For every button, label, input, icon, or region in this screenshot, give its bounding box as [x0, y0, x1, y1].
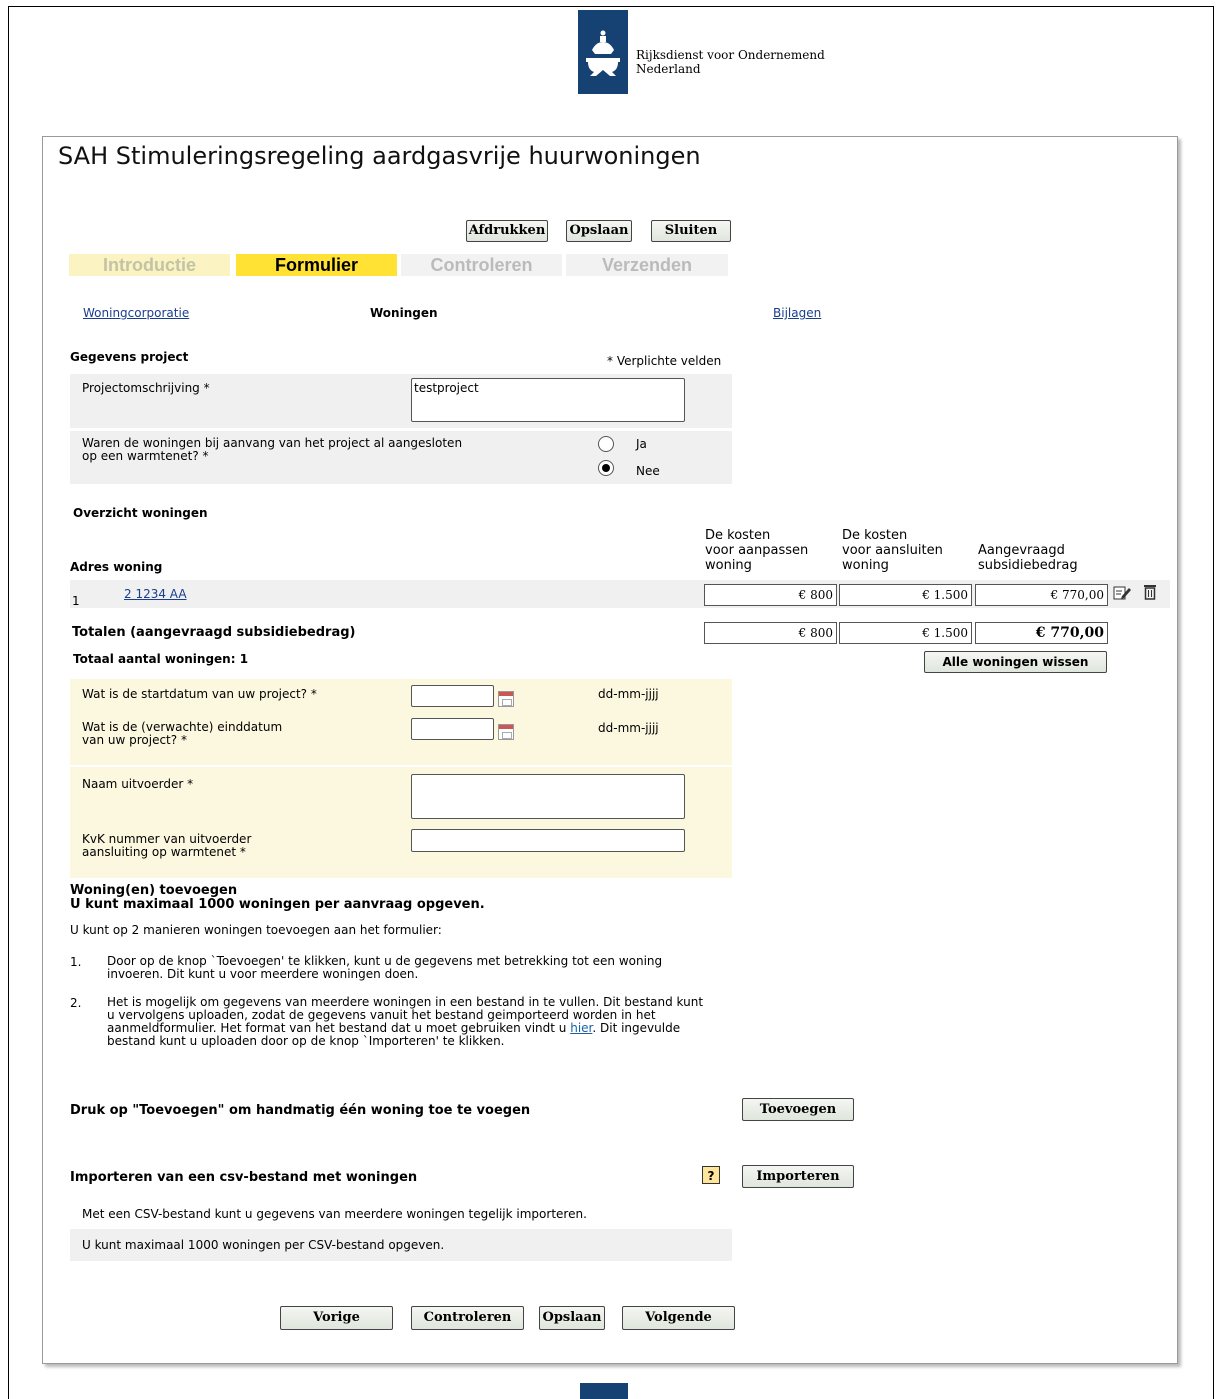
col-requested-line1: Aangevraagd — [978, 543, 1065, 558]
end-date-label: Wat is de (verwachte) einddatum van uw p… — [82, 721, 282, 747]
kvk-label: KvK nummer van uitvoerder aansluiting op… — [82, 833, 251, 859]
item2-text: Het is mogelijk om gegevens van meerdere… — [107, 996, 703, 1048]
col-address: Adres woning — [70, 560, 163, 574]
col-cost-adjust-line3: woning — [705, 558, 752, 573]
col-cost-connect-line2: voor aansluiten — [842, 543, 943, 558]
kvk-input[interactable] — [411, 829, 685, 852]
end-date-label-line2: van uw project? * — [82, 733, 187, 747]
subnav-woningcorporatie[interactable]: Woningcorporatie — [83, 306, 189, 320]
total-requested: € 770,00 — [975, 622, 1108, 644]
description-label: Projectomschrijving * — [82, 381, 210, 395]
add-button[interactable]: Toevoegen — [742, 1098, 854, 1121]
org-name-line1: Rijksdienst voor Ondernemend — [636, 48, 825, 62]
warmtenet-yes-radio[interactable] — [598, 436, 614, 452]
close-button[interactable]: Sluiten — [651, 220, 731, 242]
col-cost-adjust-line1: De kosten — [705, 528, 771, 543]
edit-icon[interactable] — [1113, 585, 1131, 604]
print-button[interactable]: Afdrukken — [466, 220, 548, 242]
org-name-line2: Nederland — [636, 62, 701, 76]
clear-all-button[interactable]: Alle woningen wissen — [924, 651, 1107, 673]
import-button[interactable]: Importeren — [742, 1165, 854, 1188]
row-requested: € 770,00 — [975, 584, 1108, 606]
import-label: Importeren van een csv-bestand met wonin… — [70, 1170, 418, 1185]
overview-heading: Overzicht woningen — [73, 506, 208, 520]
row-cost-connect: € 1.500 — [839, 584, 972, 606]
end-date-input[interactable] — [411, 718, 494, 740]
save-top-button[interactable]: Opslaan — [566, 220, 632, 242]
format-link[interactable]: hier — [570, 1021, 592, 1035]
warmtenet-question: Waren de woningen bij aanvang van het pr… — [82, 437, 462, 463]
contractor-name-input[interactable] — [411, 774, 685, 819]
warmtenet-question-line2: op een warmtenet? * — [82, 449, 209, 463]
delete-icon[interactable] — [1143, 584, 1157, 603]
col-requested: Aangevraagd subsidiebedrag — [978, 543, 1078, 573]
total-cost-connect: € 1.500 — [839, 622, 972, 644]
total-cost-adjust: € 800 — [704, 622, 837, 644]
logo-emblem — [578, 10, 628, 94]
end-date-format: dd-mm-jjjj — [598, 721, 659, 735]
save-button[interactable]: Opslaan — [539, 1306, 605, 1330]
item1-text: Door op de knop `Toevoegen' te klikken, … — [107, 955, 662, 981]
description-input[interactable]: testproject — [411, 378, 685, 422]
start-calendar-icon[interactable] — [498, 691, 514, 707]
row-address-link[interactable]: 2 1234 AA — [124, 587, 187, 601]
item1-number: 1. — [70, 955, 82, 969]
previous-button[interactable]: Vorige — [280, 1306, 393, 1330]
add-heading: Woning(en) toevoegen U kunt maximaal 100… — [70, 884, 485, 912]
item2-number: 2. — [70, 996, 82, 1010]
add-heading-line2: U kunt maximaal 1000 woningen per aanvra… — [70, 897, 485, 912]
col-requested-line2: subsidiebedrag — [978, 558, 1078, 573]
page-title: SAH Stimuleringsregeling aardgasvrije hu… — [58, 142, 701, 170]
org-name: Rijksdienst voor Ondernemend Nederland — [636, 48, 825, 76]
tab-introductie[interactable]: Introductie — [69, 254, 230, 276]
add-intro: U kunt op 2 manieren woningen toevoegen … — [70, 923, 442, 937]
contractor-name-label: Naam uitvoerder * — [82, 777, 194, 791]
import-note-1: Met een CSV-bestand kunt u gegevens van … — [82, 1207, 587, 1221]
totals-label: Totalen (aangevraagd subsidiebedrag) — [72, 625, 356, 640]
item2-line3-text: aanmeldformulier. Het format van het bes… — [107, 1021, 567, 1035]
start-date-format: dd-mm-jjjj — [598, 687, 659, 701]
warmtenet-no-radio[interactable] — [598, 460, 614, 476]
next-button[interactable]: Volgende — [622, 1306, 735, 1330]
tab-controleren[interactable]: Controleren — [401, 254, 562, 276]
subnav-bijlagen[interactable]: Bijlagen — [773, 306, 821, 320]
import-note-2: U kunt maximaal 1000 woningen per CSV-be… — [82, 1238, 445, 1252]
col-cost-connect: De kosten voor aansluiten woning — [842, 528, 943, 573]
start-date-input[interactable] — [411, 685, 494, 707]
tab-formulier[interactable]: Formulier — [236, 254, 397, 276]
col-cost-adjust-line2: voor aanpassen — [705, 543, 809, 558]
total-count: Totaal aantal woningen: 1 — [73, 652, 249, 666]
project-heading: Gegevens project — [70, 350, 189, 364]
required-note: * Verplichte velden — [607, 354, 722, 368]
item2-line4: bestand kunt u uploaden door op de knop … — [107, 1034, 505, 1048]
row-index: 1 — [72, 594, 80, 608]
add-heading-line1: Woning(en) toevoegen — [70, 883, 238, 898]
col-cost-connect-line3: woning — [842, 558, 889, 573]
start-date-label: Wat is de startdatum van uw project? * — [82, 687, 317, 701]
item1-line2: invoeren. Dit kunt u voor meerdere wonin… — [107, 967, 419, 981]
end-calendar-icon[interactable] — [498, 724, 514, 740]
manual-add-label: Druk op "Toevoegen" om handmatig één won… — [70, 1103, 531, 1118]
tab-verzenden[interactable]: Verzenden — [566, 254, 728, 276]
kvk-label-line2: aansluiting op warmtenet * — [82, 845, 246, 859]
check-button[interactable]: Controleren — [411, 1306, 524, 1330]
warmtenet-yes-label: Ja — [636, 437, 647, 451]
col-cost-connect-line1: De kosten — [842, 528, 908, 543]
help-icon[interactable]: ? — [702, 1166, 720, 1184]
warmtenet-no-label: Nee — [636, 464, 660, 478]
footer-logo — [580, 1383, 628, 1399]
item2-line3-after: . Dit ingevulde — [592, 1021, 681, 1035]
subnav-woningen: Woningen — [370, 306, 438, 320]
row-cost-adjust: € 800 — [704, 584, 837, 606]
col-cost-adjust: De kosten voor aanpassen woning — [705, 528, 808, 573]
